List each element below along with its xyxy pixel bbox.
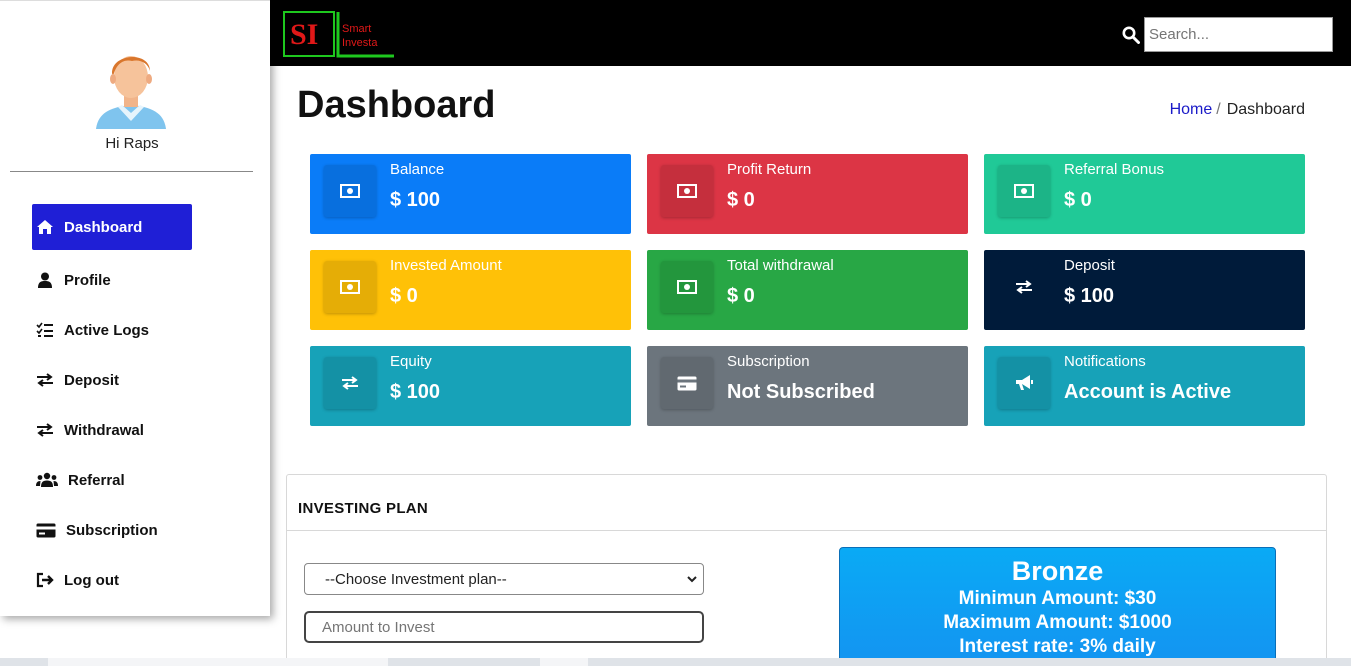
stat-value: $ 100 xyxy=(390,189,441,211)
user-icon xyxy=(36,271,54,289)
stat-value: $ 100 xyxy=(390,381,441,403)
breadcrumb-home-link[interactable]: Home xyxy=(1170,101,1213,118)
sidebar-item-label: Log out xyxy=(64,571,119,589)
users-icon xyxy=(36,471,58,489)
stat-value: $ 0 xyxy=(727,189,755,211)
plan-card-bronze: Bronze Minimun Amount: $30 Maximum Amoun… xyxy=(839,547,1276,666)
stat-label: Referral Bonus xyxy=(1064,161,1165,178)
stat-label: Deposit xyxy=(1064,257,1115,274)
taskbar-segment xyxy=(48,658,388,666)
plan-name: Bronze xyxy=(1011,556,1104,586)
user-avatar xyxy=(96,56,166,129)
exchange-icon xyxy=(998,261,1050,313)
sidebar-item-dashboard[interactable]: Dashboard xyxy=(32,204,192,250)
stat-card-referral-bonus: Referral Bonus $ 0 xyxy=(984,154,1305,234)
panel-header: INVESTING PLAN xyxy=(287,475,1326,531)
sidebar-item-label: Dashboard xyxy=(64,218,143,236)
plan-interest-rate: Interest rate: 3% daily xyxy=(959,636,1156,657)
money-icon xyxy=(324,165,376,217)
select-value: --Choose Investment plan-- xyxy=(325,570,507,588)
stat-label: Equity xyxy=(390,353,432,370)
money-icon xyxy=(998,165,1050,217)
money-icon xyxy=(661,261,713,313)
stat-card-notifications: Notifications Account is Active xyxy=(984,346,1305,426)
stat-card-subscription: Subscription Not Subscribed xyxy=(647,346,968,426)
chevron-down-icon xyxy=(687,576,697,583)
sign-out-icon xyxy=(36,571,54,589)
stat-card-total-withdrawal: Total withdrawal $ 0 xyxy=(647,250,968,330)
stat-card-deposit: Deposit $ 100 xyxy=(984,250,1305,330)
stat-card-invested-amount: Invested Amount $ 0 xyxy=(310,250,631,330)
sidebar-item-deposit[interactable]: Deposit xyxy=(32,357,192,403)
tasks-icon xyxy=(36,321,54,339)
money-icon xyxy=(324,261,376,313)
logo-text-smart: Smart xyxy=(342,23,371,35)
greeting-text: Hi Raps xyxy=(105,135,159,152)
search-icon[interactable] xyxy=(1122,26,1140,44)
top-navbar: SI Smart Investa xyxy=(270,0,1351,66)
breadcrumb-current: Dashboard xyxy=(1226,101,1305,118)
stat-label: Invested Amount xyxy=(390,257,502,274)
bullhorn-icon xyxy=(998,357,1050,409)
sidebar-item-active-logs[interactable]: Active Logs xyxy=(32,307,192,353)
money-icon xyxy=(661,165,713,217)
search-input[interactable] xyxy=(1144,17,1333,52)
brand-logo[interactable]: SI Smart Investa xyxy=(282,10,398,58)
sidebar-divider xyxy=(10,171,253,172)
credit-card-icon xyxy=(661,357,713,409)
sidebar-item-profile[interactable]: Profile xyxy=(32,257,192,303)
sidebar-item-label: Subscription xyxy=(66,521,158,539)
sidebar-item-label: Withdrawal xyxy=(64,421,144,439)
svg-text:SI: SI xyxy=(290,18,318,51)
stat-card-balance: Balance $ 100 xyxy=(310,154,631,234)
page-title: Dashboard xyxy=(297,84,496,126)
stat-label: Total withdrawal xyxy=(727,257,834,274)
stat-label: Subscription xyxy=(727,353,810,370)
exchange-icon xyxy=(36,371,54,389)
sidebar-item-log-out[interactable]: Log out xyxy=(32,557,192,603)
os-taskbar xyxy=(0,658,1351,666)
taskbar-segment xyxy=(540,658,588,666)
sidebar-item-subscription[interactable]: Subscription xyxy=(32,507,192,553)
stat-label: Balance xyxy=(390,161,445,178)
sidebar-item-withdrawal[interactable]: Withdrawal xyxy=(32,407,192,453)
stat-label: Profit Return xyxy=(727,161,812,178)
stat-value: $ 0 xyxy=(727,285,755,307)
stat-value: Not Subscribed xyxy=(727,381,875,403)
stat-label: Notifications xyxy=(1064,353,1146,370)
investment-plan-select[interactable]: --Choose Investment plan-- xyxy=(304,563,704,595)
sidebar: Hi Raps Dashboard Profile Active Logs De… xyxy=(0,0,270,616)
exchange-icon xyxy=(36,421,54,439)
sidebar-item-label: Referral xyxy=(68,471,125,489)
exchange-icon xyxy=(324,357,376,409)
panel-title: INVESTING PLAN xyxy=(298,500,429,517)
stat-value: $ 0 xyxy=(1064,189,1092,211)
stat-value: $ 0 xyxy=(390,285,418,307)
credit-card-icon xyxy=(36,521,56,539)
breadcrumb-separator: / xyxy=(1216,101,1221,118)
logo-text-investa: Investa xyxy=(342,37,378,49)
home-icon xyxy=(36,218,54,236)
sidebar-item-label: Active Logs xyxy=(64,321,150,339)
plan-min-amount: Minimun Amount: $30 xyxy=(958,588,1157,609)
breadcrumb: Home / Dashboard xyxy=(1170,101,1305,119)
stat-value: $ 100 xyxy=(1064,285,1115,307)
stat-card-profit-return: Profit Return $ 0 xyxy=(647,154,968,234)
sidebar-item-label: Profile xyxy=(64,271,111,289)
sidebar-item-label: Deposit xyxy=(64,371,120,389)
stat-card-equity: Equity $ 100 xyxy=(310,346,631,426)
amount-input[interactable] xyxy=(304,611,704,643)
investing-plan-panel: INVESTING PLAN --Choose Investment plan-… xyxy=(286,474,1327,666)
sidebar-item-referral[interactable]: Referral xyxy=(32,457,192,503)
stat-value: Account is Active xyxy=(1064,381,1232,403)
plan-max-amount: Maximum Amount: $1000 xyxy=(943,612,1172,633)
